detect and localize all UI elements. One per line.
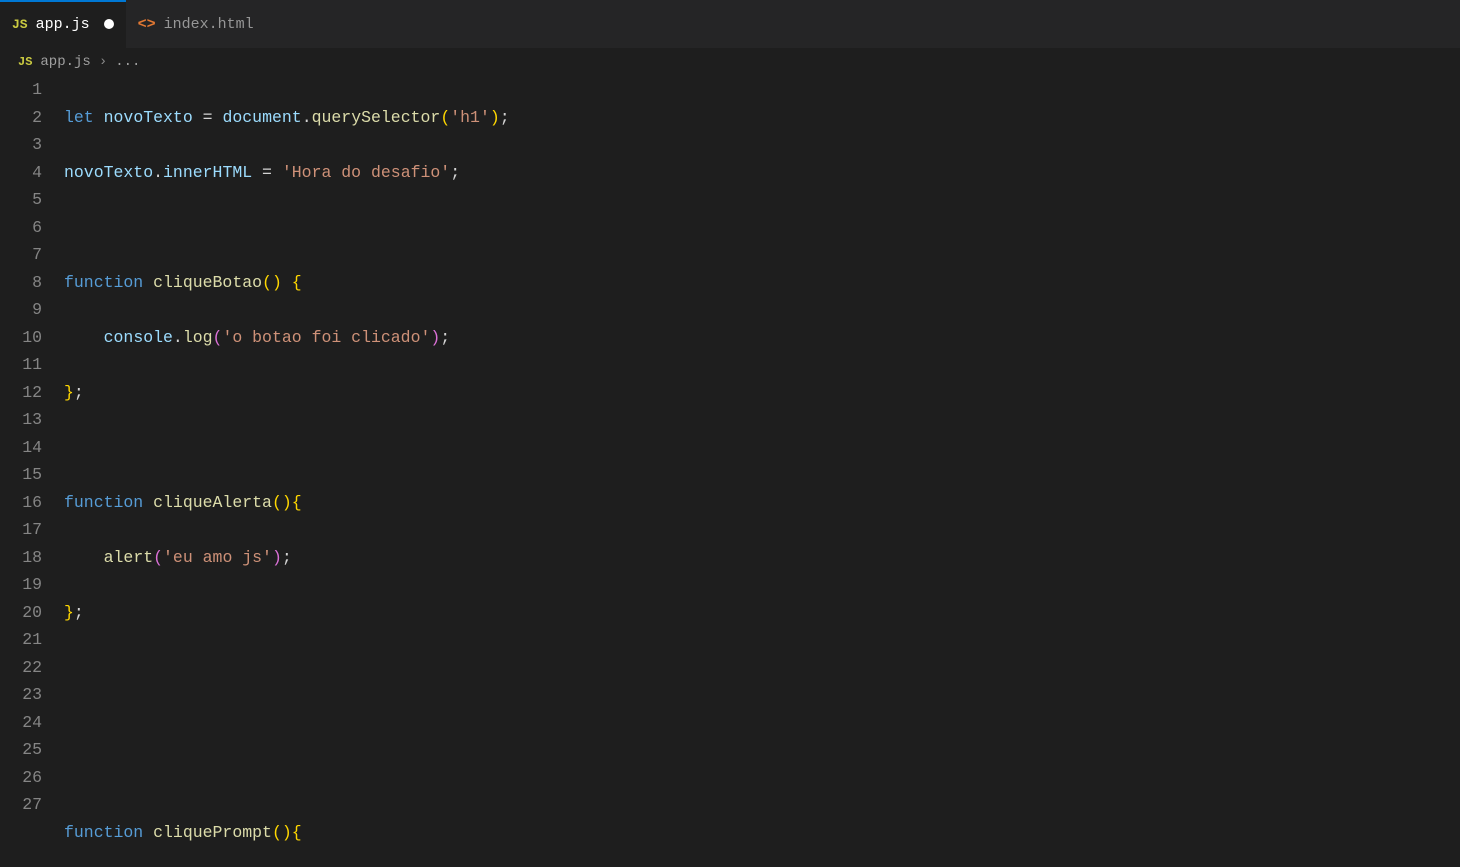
breadcrumb-file: app.js [40,54,90,70]
tab-bar: JS app.js <> index.html [0,0,1460,48]
code-editor[interactable]: 1234567891011121314151617181920212223242… [0,76,1460,867]
dirty-indicator-icon [104,19,114,29]
js-icon: JS [12,17,28,32]
html-icon: <> [138,16,156,33]
code-area[interactable]: let novoTexto = document.querySelector('… [64,76,1460,867]
breadcrumb[interactable]: JS app.js › ... [0,48,1460,76]
line-gutter: 1234567891011121314151617181920212223242… [0,76,64,867]
tab-label: app.js [36,16,90,33]
tab-index-html[interactable]: <> index.html [126,0,266,48]
breadcrumb-tail: ... [115,54,140,70]
js-icon: JS [18,55,32,69]
tab-app-js[interactable]: JS app.js [0,0,126,48]
chevron-right-icon: › [99,54,107,70]
tab-label: index.html [164,16,254,33]
